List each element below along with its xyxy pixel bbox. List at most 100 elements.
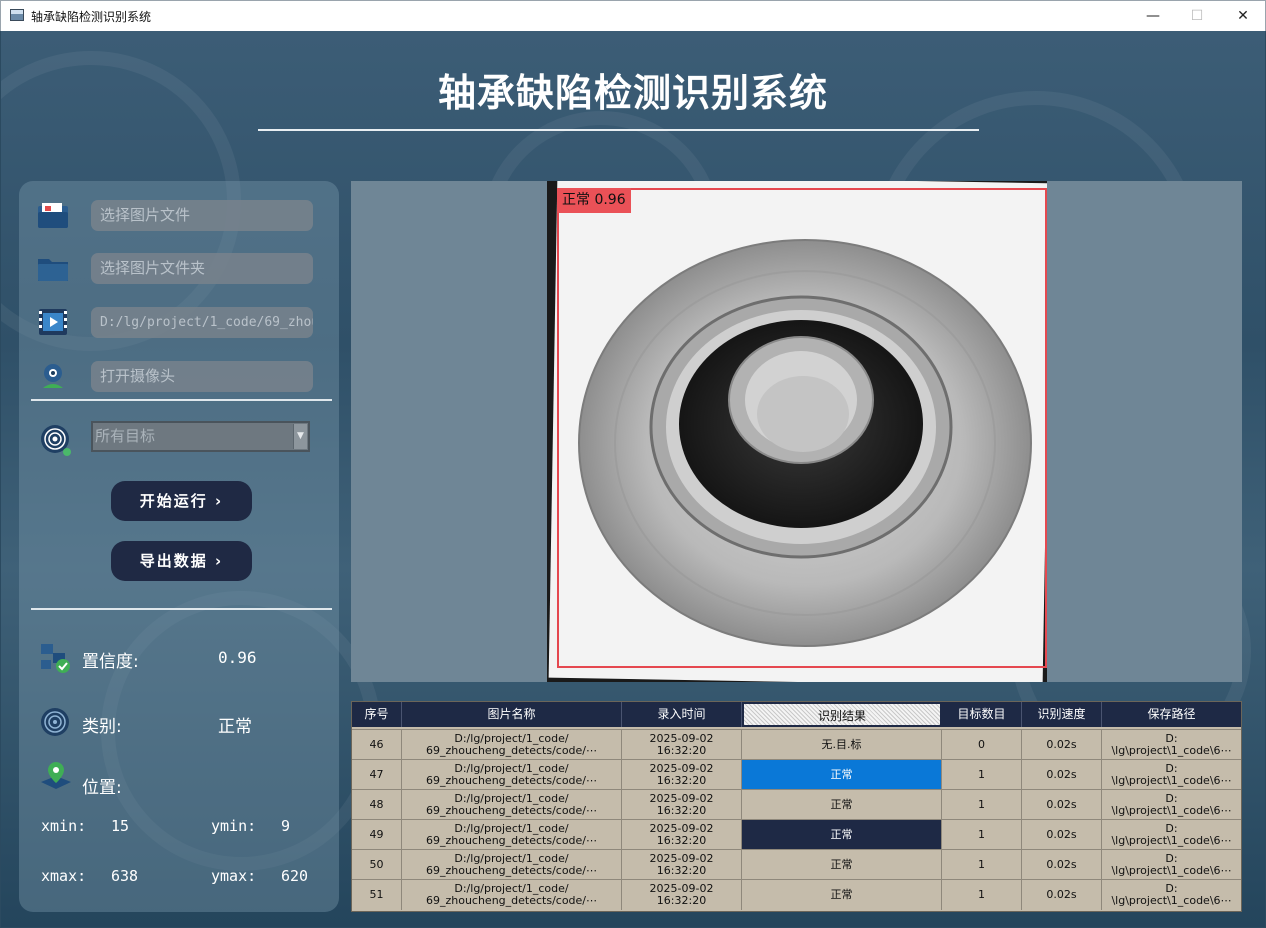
cell-line: 16:32:20 [656, 864, 707, 877]
cell-save-path[interactable]: D: \lg\project\1_code\6⋯ [1102, 790, 1241, 820]
cell-image-name[interactable]: D:/lg/project/1_code/69_zhoucheng_detect… [402, 760, 622, 790]
cell-speed[interactable]: 0.02s [1022, 790, 1102, 820]
cell-line: 16:32:20 [656, 804, 707, 817]
panel-divider [31, 608, 332, 610]
class-label: 类别: [82, 717, 122, 737]
cell-image-name[interactable]: D:/lg/project/1_code/69_zhoucheng_detect… [402, 850, 622, 880]
folder-icon[interactable] [36, 253, 70, 283]
close-button[interactable]: ✕ [1220, 1, 1266, 32]
cell-target-count[interactable]: 1 [942, 880, 1022, 910]
maximize-button[interactable]: ☐ [1174, 1, 1220, 32]
cell-line: \lg\project\1_code\6⋯ [1111, 834, 1232, 847]
window-titlebar: 轴承缺陷检测识别系统 — ☐ ✕ [0, 0, 1266, 31]
cell-line: 69_zhoucheng_detects/code/⋯ [425, 894, 598, 907]
ymax-value: 620 [281, 867, 309, 885]
table-header: 序号 图片名称 录入时间 识别结果 目标数目 识别速度 保存路径 [352, 702, 1241, 727]
column-header-save-path[interactable]: 保存路径 [1102, 702, 1241, 727]
cell-entry-time[interactable]: 2025-09-02 16:32:20 [622, 820, 742, 850]
image-file-icon[interactable] [36, 200, 70, 230]
page-title: 轴承缺陷检测识别系统 [437, 71, 828, 115]
cell-save-path[interactable]: D: \lg\project\1_code\6⋯ [1102, 880, 1241, 910]
cell-save-path[interactable]: D: \lg\project\1_code\6⋯ [1102, 820, 1241, 850]
cell-speed[interactable]: 0.02s [1022, 820, 1102, 850]
cell-image-name[interactable]: D:/lg/project/1_code/69_zhoucheng_detect… [402, 730, 622, 760]
app-icon [10, 9, 24, 21]
cell-entry-time[interactable]: 2025-09-02 16:32:20 [622, 850, 742, 880]
cell-result[interactable]: 无.目.标 [742, 730, 942, 760]
minimize-button[interactable]: — [1130, 1, 1176, 32]
camera-input[interactable]: 打开摄像头 [91, 361, 313, 392]
cell-image-name[interactable]: D:/lg/project/1_code/69_zhoucheng_detect… [402, 790, 622, 820]
table-row[interactable]: 46 D:/lg/project/1_code/69_zhoucheng_dete… [352, 729, 1241, 760]
xmax-label: xmax: [41, 867, 87, 885]
results-table[interactable]: 序号 图片名称 录入时间 识别结果 目标数目 识别速度 保存路径 46 D:/lg… [351, 701, 1242, 912]
video-file-row: D:/lg/project/1_code/69_zhoucheng_detect… [36, 307, 316, 339]
cell-result[interactable]: 正常 [742, 820, 942, 850]
table-row[interactable]: 51 D:/lg/project/1_code/69_zhoucheng_dete… [352, 879, 1241, 910]
target-icon [41, 425, 71, 456]
image-folder-input[interactable]: 选择图片文件夹 [91, 253, 313, 284]
table-row[interactable]: 48 D:/lg/project/1_code/69_zhoucheng_dete… [352, 789, 1241, 820]
confidence-icon [41, 644, 70, 673]
cell-target-count[interactable]: 1 [942, 850, 1022, 880]
xmax-value: 638 [111, 867, 139, 885]
cell-save-path[interactable]: D: \lg\project\1_code\6⋯ [1102, 850, 1241, 880]
export-button[interactable]: 导出数据 › [111, 541, 252, 581]
column-header-image-name[interactable]: 图片名称 [402, 702, 622, 727]
image-display: 正常 0.96 [351, 181, 1242, 682]
column-header-result[interactable]: 识别结果 [742, 702, 942, 727]
cell-line: 16:32:20 [656, 834, 707, 847]
cell-line: \lg\project\1_code\6⋯ [1111, 804, 1232, 817]
target-select-value: 所有目标 [95, 427, 156, 445]
cell-result[interactable]: 正常 [742, 850, 942, 880]
cell-index[interactable]: 49 [352, 820, 402, 850]
table-row[interactable]: 50 D:/lg/project/1_code/69_zhoucheng_dete… [352, 849, 1241, 880]
column-header-target-count[interactable]: 目标数目 [942, 702, 1022, 727]
cell-result[interactable]: 正常 [742, 880, 942, 910]
cell-target-count[interactable]: 0 [942, 730, 1022, 760]
cell-speed[interactable]: 0.02s [1022, 730, 1102, 760]
chevron-down-icon[interactable]: ▼ [293, 424, 307, 449]
cell-speed[interactable]: 0.02s [1022, 850, 1102, 880]
target-select[interactable]: 所有目标 ▼ [91, 421, 310, 452]
cell-entry-time[interactable]: 2025-09-02 16:32:20 [622, 730, 742, 760]
cell-target-count[interactable]: 1 [942, 790, 1022, 820]
cell-index[interactable]: 46 [352, 730, 402, 760]
cell-result[interactable]: 正常 [742, 790, 942, 820]
image-file-row: 选择图片文件 [36, 200, 316, 232]
cell-entry-time[interactable]: 2025-09-02 16:32:20 [622, 880, 742, 910]
cell-index[interactable]: 51 [352, 880, 402, 910]
cell-index[interactable]: 50 [352, 850, 402, 880]
cell-index[interactable]: 48 [352, 790, 402, 820]
camera-icon[interactable] [36, 361, 70, 391]
cell-save-path[interactable]: D: \lg\project\1_code\6⋯ [1102, 730, 1241, 760]
class-value: 正常 [218, 717, 252, 737]
xmin-value: 15 [111, 817, 130, 835]
start-button[interactable]: 开始运行 › [111, 481, 252, 521]
cell-target-count[interactable]: 1 [942, 820, 1022, 850]
confidence-label: 置信度: [82, 652, 139, 672]
column-header-entry-time[interactable]: 录入时间 [622, 702, 742, 727]
cell-speed[interactable]: 0.02s [1022, 880, 1102, 910]
video-icon[interactable] [36, 307, 70, 337]
cell-image-name[interactable]: D:/lg/project/1_code/69_zhoucheng_detect… [402, 820, 622, 850]
cell-index[interactable]: 47 [352, 760, 402, 790]
cell-line: 69_zhoucheng_detects/code/⋯ [425, 804, 598, 817]
column-header-index[interactable]: 序号 [352, 702, 402, 727]
cell-line: 16:32:20 [656, 894, 707, 907]
location-pin-icon [41, 762, 71, 789]
cell-entry-time[interactable]: 2025-09-02 16:32:20 [622, 790, 742, 820]
cell-speed[interactable]: 0.02s [1022, 760, 1102, 790]
table-row[interactable]: 47 D:/lg/project/1_code/69_zhoucheng_dete… [352, 759, 1241, 790]
cell-save-path[interactable]: D: \lg\project\1_code\6⋯ [1102, 760, 1241, 790]
table-row[interactable]: 49 D:/lg/project/1_code/69_zhoucheng_dete… [352, 819, 1241, 850]
cell-entry-time[interactable]: 2025-09-02 16:32:20 [622, 760, 742, 790]
cell-result[interactable]: 正常 [742, 760, 942, 790]
video-path-input[interactable]: D:/lg/project/1_code/69_zhoucheng_detect… [91, 307, 313, 338]
column-header-speed[interactable]: 识别速度 [1022, 702, 1102, 727]
cell-line: \lg\project\1_code\6⋯ [1111, 864, 1232, 877]
cell-image-name[interactable]: D:/lg/project/1_code/69_zhoucheng_detect… [402, 880, 622, 910]
ymax-label: ymax: [211, 867, 257, 885]
image-file-input[interactable]: 选择图片文件 [91, 200, 313, 231]
cell-target-count[interactable]: 1 [942, 760, 1022, 790]
